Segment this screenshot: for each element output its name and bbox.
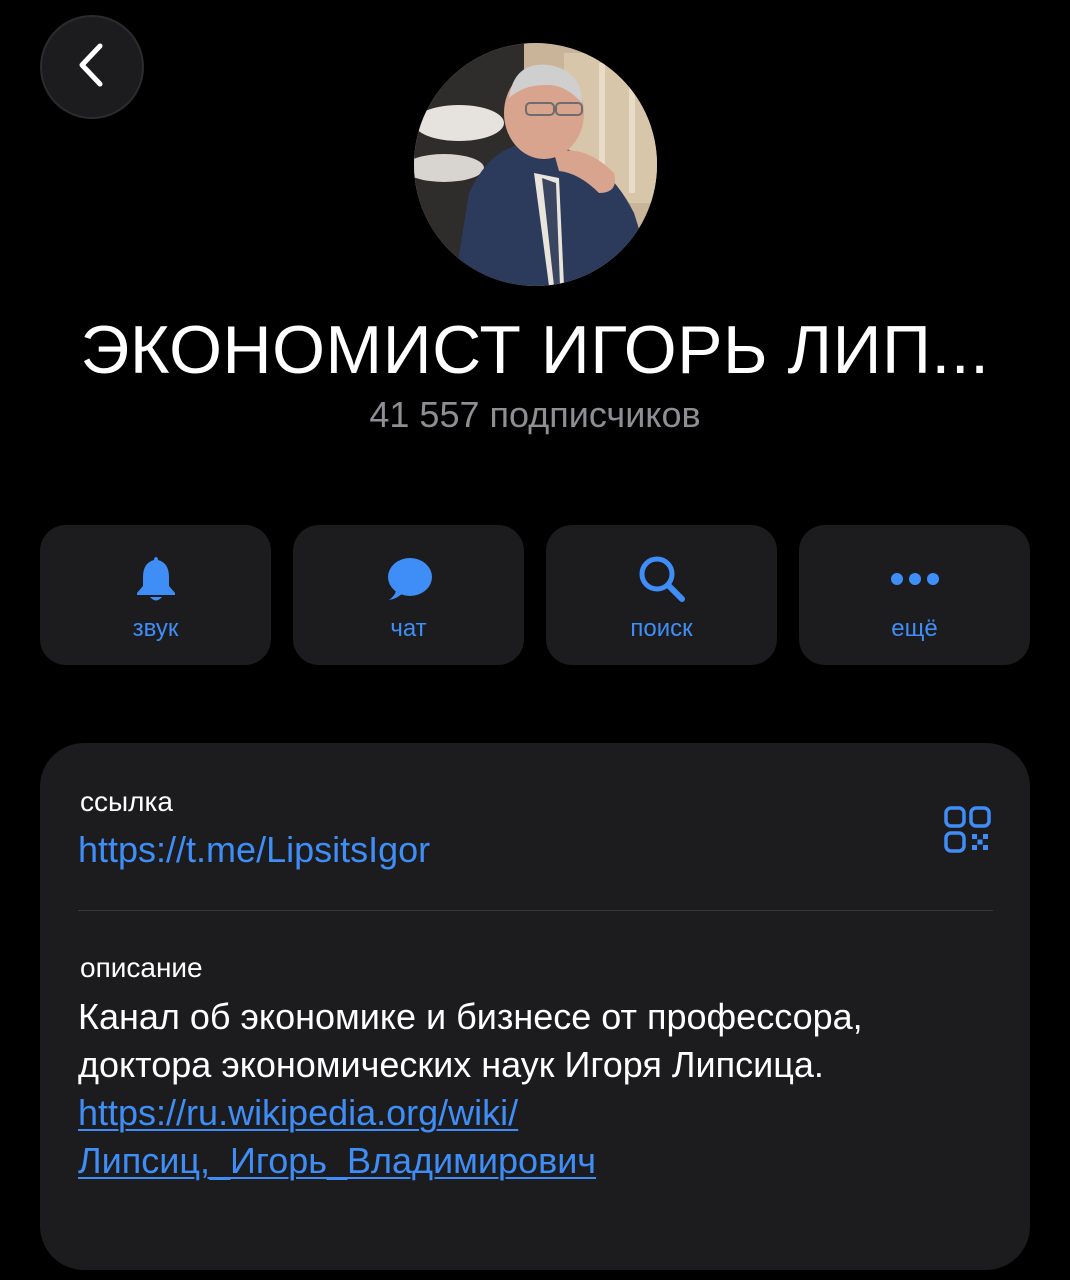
info-card: ссылка https://t.me/LipsitsIgor описание… [40, 743, 1030, 1270]
action-bar: звук чат поиск ещё [40, 525, 1030, 665]
more-label: ещё [891, 615, 938, 642]
channel-link[interactable]: https://t.me/LipsitsIgor [78, 828, 430, 872]
chevron-left-icon [72, 40, 112, 95]
qr-code-icon [943, 806, 993, 859]
wikipedia-link-line2: Липсиц,_Игорь_Владимирович [78, 1140, 597, 1181]
wikipedia-link-line1: https://ru.wikipedia.org/wiki/ [78, 1092, 519, 1133]
link-label: ссылка [80, 786, 173, 817]
sound-label: звук [132, 615, 179, 642]
chat-button[interactable]: чат [293, 525, 524, 665]
divider [78, 910, 993, 911]
search-icon [636, 553, 688, 605]
search-label: поиск [630, 615, 693, 642]
description-text: Канал об экономике и бизнесе от профессо… [78, 996, 863, 1085]
qr-code-button[interactable] [943, 805, 993, 855]
back-button[interactable] [40, 15, 144, 119]
channel-title: ЭКОНОМИСТ ИГОРЬ ЛИП... [80, 312, 990, 388]
more-dots-icon [889, 553, 941, 605]
more-button[interactable]: ещё [799, 525, 1030, 665]
bell-icon [130, 553, 182, 605]
sound-button[interactable]: звук [40, 525, 271, 665]
wikipedia-link[interactable]: https://ru.wikipedia.org/wiki/ Липсиц,_И… [78, 1089, 978, 1185]
description: Канал об экономике и бизнесе от профессо… [78, 993, 978, 1185]
description-label: описание [80, 952, 203, 983]
chat-bubble-icon [383, 553, 435, 605]
avatar[interactable] [414, 43, 657, 286]
subscriber-count: 41 557 подписчиков [369, 394, 701, 435]
chat-label: чат [390, 615, 427, 642]
search-button[interactable]: поиск [546, 525, 777, 665]
